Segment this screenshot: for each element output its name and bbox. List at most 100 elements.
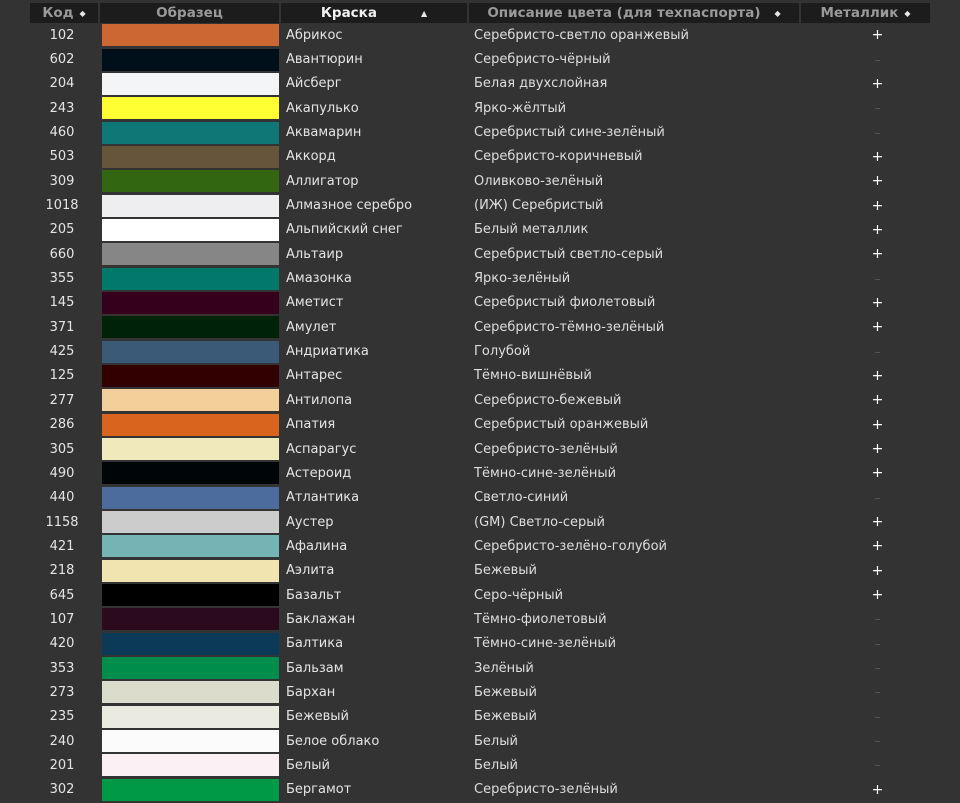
cell-metallic: + xyxy=(871,514,884,531)
cell-paint-name: Аспарагус xyxy=(286,441,357,457)
cell-swatch xyxy=(100,778,281,802)
cell-description: Серебристо-тёмно-зелёный xyxy=(474,319,665,335)
cell-code: 1018 xyxy=(45,198,79,214)
color-swatch xyxy=(102,511,279,534)
color-swatch xyxy=(102,97,279,120)
cell-swatch xyxy=(100,413,281,437)
table-row: 125 Антарес Тёмно-вишнёвый + xyxy=(30,364,930,388)
cell-swatch xyxy=(100,583,281,607)
color-swatch xyxy=(102,72,279,95)
cell-metallic: + xyxy=(871,441,884,458)
header-swatch: Образец xyxy=(100,3,281,23)
sort-both-icon: ◆ xyxy=(79,9,86,18)
table-row: 235 Бежевый Бежевый – xyxy=(30,705,930,729)
cell-code: 218 xyxy=(49,563,75,579)
cell-description: Бежевый xyxy=(474,563,538,579)
cell-metallic: + xyxy=(871,148,884,165)
cell-swatch xyxy=(100,656,281,680)
cell-code: 460 xyxy=(49,125,75,141)
table-row: 353 Бальзам Зелёный – xyxy=(30,656,930,680)
table-row: 302 Бергамот Серебристо-зелёный + xyxy=(30,778,930,802)
cell-description: Серебристо-чёрный xyxy=(474,52,611,68)
table-row: 460 Аквамарин Серебристый сине-зелёный – xyxy=(30,120,930,144)
cell-description: Серебристо-коричневый xyxy=(474,149,643,165)
color-swatch xyxy=(102,218,279,241)
table-row: 218 Аэлита Бежевый + xyxy=(30,559,930,583)
cell-description: (GM) Светло-серый xyxy=(474,514,605,530)
cell-code: 645 xyxy=(49,587,75,603)
cell-description: Тёмно-фиолетовый xyxy=(474,611,607,627)
table-row: 102 Абрикос Серебристо-светло оранжевый + xyxy=(30,23,930,47)
cell-description: (ИЖ) Серебристый xyxy=(474,198,604,214)
color-swatch xyxy=(102,24,279,47)
cell-code: 235 xyxy=(49,709,75,725)
cell-paint-name: Бархан xyxy=(286,684,336,700)
cell-paint-name: Акапулько xyxy=(286,100,359,116)
cell-code: 302 xyxy=(49,782,75,798)
color-swatch xyxy=(102,170,279,193)
cell-swatch xyxy=(100,607,281,631)
cell-metallic: – xyxy=(874,734,881,749)
cell-swatch xyxy=(100,486,281,510)
header-code[interactable]: Код ◆ xyxy=(30,3,100,23)
cell-swatch xyxy=(100,96,281,120)
cell-swatch xyxy=(100,534,281,558)
cell-paint-name: Балтика xyxy=(286,636,344,652)
table-header: Код ◆ Образец Краска ▲ Описание цвета (для… xyxy=(30,3,930,23)
cell-swatch xyxy=(100,753,281,777)
table-row: 305 Аспарагус Серебристо-зелёный + xyxy=(30,437,930,461)
color-swatch xyxy=(102,632,279,655)
cell-description: Серебристо-зелёный xyxy=(474,441,618,457)
color-swatch xyxy=(102,48,279,71)
header-paint[interactable]: Краска ▲ xyxy=(281,3,469,23)
cell-paint-name: Аквамарин xyxy=(286,125,362,141)
table-row: 107 Баклажан Тёмно-фиолетовый – xyxy=(30,607,930,631)
cell-description: Серебристый оранжевый xyxy=(474,417,649,433)
cell-metallic: – xyxy=(874,490,881,505)
cell-paint-name: Аэлита xyxy=(286,563,335,579)
cell-paint-name: Абрикос xyxy=(286,27,343,43)
cell-metallic: – xyxy=(874,661,881,676)
cell-metallic: + xyxy=(871,587,884,604)
cell-metallic: – xyxy=(874,271,881,286)
cell-paint-name: Бергамот xyxy=(286,782,352,798)
cell-swatch xyxy=(100,437,281,461)
cell-metallic: – xyxy=(874,125,881,140)
color-swatch xyxy=(102,243,279,266)
cell-swatch xyxy=(100,510,281,534)
cell-description: Белый xyxy=(474,733,518,749)
color-swatch xyxy=(102,340,279,363)
cell-paint-name: Атлантика xyxy=(286,490,360,506)
cell-swatch xyxy=(100,559,281,583)
color-swatch xyxy=(102,364,279,387)
header-desc-label: Описание цвета (для техпаспорта) xyxy=(487,5,761,21)
cell-metallic: + xyxy=(871,173,884,190)
cell-paint-name: Аметист xyxy=(286,295,344,311)
cell-metallic: + xyxy=(871,319,884,336)
cell-swatch xyxy=(100,169,281,193)
cell-description: Бежевый xyxy=(474,709,538,725)
cell-swatch xyxy=(100,461,281,485)
color-swatch xyxy=(102,486,279,509)
cell-description: Ярко-зелёный xyxy=(474,271,571,287)
table-row: 371 Амулет Серебристо-тёмно-зелёный + xyxy=(30,315,930,339)
color-swatch xyxy=(102,267,279,290)
color-swatch xyxy=(102,291,279,314)
cell-description: Тёмно-сине-зелёный xyxy=(474,636,617,652)
header-desc[interactable]: Описание цвета (для техпаспорта) ◆ xyxy=(469,3,801,23)
cell-metallic: + xyxy=(871,781,884,798)
cell-description: Серо-чёрный xyxy=(474,587,564,603)
cell-paint-name: Бежевый xyxy=(286,709,350,725)
cell-metallic: – xyxy=(874,685,881,700)
cell-swatch xyxy=(100,72,281,96)
table-row: 420 Балтика Тёмно-сине-зелёный – xyxy=(30,632,930,656)
header-metal-label: Металлик xyxy=(820,5,899,21)
table-row: 490 Астероид Тёмно-сине-зелёный + xyxy=(30,461,930,485)
color-swatch xyxy=(102,559,279,582)
cell-paint-name: Авантюрин xyxy=(286,52,363,68)
cell-description: Бежевый xyxy=(474,684,538,700)
header-metal[interactable]: Металлик ◆ xyxy=(801,3,930,23)
cell-paint-name: Аккорд xyxy=(286,149,336,165)
table-row: 503 Аккорд Серебристо-коричневый + xyxy=(30,145,930,169)
color-swatch xyxy=(102,535,279,558)
